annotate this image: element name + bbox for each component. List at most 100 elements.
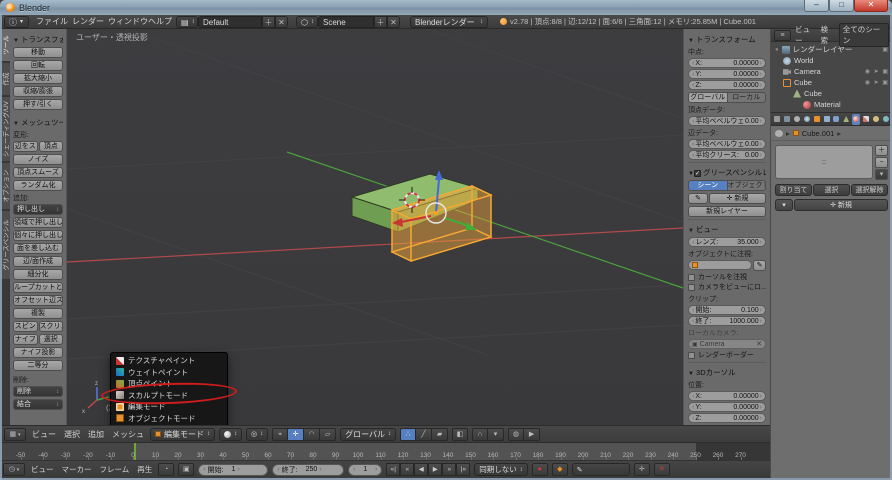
outliner-item-material[interactable]: Material: [775, 99, 892, 110]
opengl-animation-button[interactable]: ▶: [524, 428, 540, 441]
lock-frame-button[interactable]: ▣: [178, 463, 194, 476]
lock-camera-checkbox[interactable]: カメラをビューにロ...: [688, 282, 766, 292]
menu-view[interactable]: ビュー: [795, 24, 816, 46]
3d-viewport[interactable]: zyx ユーザー・透視投影 (1) テクスチャペイント ウェイトペイント 頂点ペ…: [67, 29, 683, 425]
add-layout-button[interactable]: ＋: [262, 16, 275, 28]
clip-start-field[interactable]: 開始:0.100: [688, 305, 766, 315]
translate-button[interactable]: 移動: [13, 47, 63, 58]
play-button[interactable]: ▶: [428, 463, 442, 476]
tab-constraints[interactable]: [822, 114, 831, 125]
subdivide-button[interactable]: 細分化: [13, 269, 63, 280]
tab-material[interactable]: [852, 114, 861, 125]
manipulator-axes-icon[interactable]: ⌖: [272, 428, 288, 441]
menu-playback[interactable]: 再生: [135, 464, 154, 475]
panel-transform-header[interactable]: ▼ トランスフォーム: [13, 34, 63, 45]
extrude-individual-button[interactable]: 個々に押し出し: [13, 230, 63, 241]
close-button[interactable]: ✕: [854, 0, 888, 12]
menu-item-texture-paint[interactable]: テクスチャペイント: [112, 355, 226, 367]
new-material-button[interactable]: ✛ 新規: [794, 199, 888, 211]
menu-view[interactable]: ビュー: [29, 464, 56, 475]
shrink-fatten-button[interactable]: 収縮/膨張: [13, 86, 63, 97]
3d-cursor-header[interactable]: ▼ 3Dカーソル: [688, 367, 766, 378]
extrude-menu[interactable]: 押し出し↕: [13, 204, 63, 215]
previous-keyframe-button[interactable]: «: [400, 463, 414, 476]
breadcrumb-object-name[interactable]: Cube.001: [802, 129, 835, 138]
outliner-item-cube-mesh[interactable]: Cube: [775, 88, 892, 99]
cursor-y-field[interactable]: Y:0.00000: [688, 402, 766, 412]
tab-render-layers[interactable]: [783, 114, 792, 125]
titlebar[interactable]: Blender – □ ✕: [0, 0, 892, 15]
editor-type-button[interactable]: ≡: [774, 30, 791, 41]
editor-type-button[interactable]: ◷ ▾: [3, 463, 25, 476]
bisect-button[interactable]: 二等分: [13, 360, 63, 371]
vertex-slide-button[interactable]: 頂点: [39, 141, 64, 152]
render-border-checkbox[interactable]: レンダーボーダー: [688, 350, 766, 360]
lock-object-field[interactable]: [688, 260, 752, 270]
render-engine-select[interactable]: Blenderレンダー↕: [410, 16, 488, 28]
grease-pencil-header[interactable]: ▼✓ グリースペンシルレイ...: [688, 167, 766, 178]
cursor-z-field[interactable]: Z:0.00000: [688, 413, 766, 423]
median-z-field[interactable]: Z:0.00000: [688, 80, 766, 90]
screen-layout-icon-button[interactable]: ▤↕: [176, 16, 198, 28]
extrude-region-button[interactable]: 領域で押し出し: [13, 217, 63, 228]
menu-item-object-mode[interactable]: オブジェクトモード: [112, 413, 226, 425]
outliner-item-world[interactable]: World: [775, 55, 892, 66]
auto-keyframe-button[interactable]: ●: [532, 463, 548, 476]
randomize-button[interactable]: ランダム化: [13, 180, 63, 191]
menu-marker[interactable]: マーカー: [60, 464, 94, 475]
translate-manipulator-button[interactable]: ✛: [288, 428, 304, 441]
next-keyframe-button[interactable]: »: [442, 463, 456, 476]
delete-menu[interactable]: 削除↕: [13, 386, 63, 397]
opengl-render-button[interactable]: ◍: [508, 428, 524, 441]
inset-faces-button[interactable]: 面を差し込む: [13, 243, 63, 254]
snap-element-button[interactable]: ▾: [488, 428, 504, 441]
tab-world[interactable]: [802, 114, 811, 125]
outliner-item-cube[interactable]: Cube◉ ➤ ▣: [775, 77, 892, 88]
tab-render[interactable]: [773, 114, 782, 125]
gp-datablock-menu[interactable]: ✎: [688, 193, 708, 204]
spin-button[interactable]: スピン: [13, 321, 38, 332]
lens-field[interactable]: レンズ:35.000: [688, 237, 766, 247]
assign-button[interactable]: 割り当て: [775, 184, 812, 196]
delete-layout-button[interactable]: ✕: [275, 16, 288, 28]
duplicate-button[interactable]: 複製: [13, 308, 63, 319]
menu-search[interactable]: 検索: [821, 24, 835, 46]
merge-menu[interactable]: 結合↕: [13, 399, 63, 410]
deselect-button[interactable]: 選択解除: [851, 184, 888, 196]
scene-name[interactable]: Scene: [318, 16, 374, 28]
median-x-field[interactable]: X:0.00000: [688, 58, 766, 68]
sync-mode-select[interactable]: 同期しない↕: [474, 463, 528, 476]
rotate-button[interactable]: 回転: [13, 60, 63, 71]
gp-scene-tab[interactable]: シーン: [688, 180, 728, 191]
menu-window[interactable]: ウィンドウ: [106, 16, 150, 28]
screw-button[interactable]: スクリュ: [39, 321, 64, 332]
scale-manipulator-button[interactable]: ▱: [320, 428, 336, 441]
add-slot-button[interactable]: ＋: [875, 145, 888, 156]
insert-keyframe-button[interactable]: ✛: [634, 463, 650, 476]
face-select-button[interactable]: ▰: [432, 428, 448, 441]
push-pull-button[interactable]: 押す/引く: [13, 99, 63, 110]
eyedropper-button[interactable]: ✎: [753, 260, 766, 271]
smooth-vertex-button[interactable]: 頂点スムーズ: [13, 167, 63, 178]
vertex-bevel-weight-field[interactable]: 平均ベベルウェ:0.00: [688, 116, 766, 126]
clip-end-field[interactable]: 終了:1000.000: [688, 316, 766, 326]
menu-mesh[interactable]: メッシュ: [110, 429, 146, 440]
edge-select-button[interactable]: ╱: [416, 428, 432, 441]
viewport-shading-button[interactable]: ↕: [219, 428, 242, 441]
rotate-manipulator-button[interactable]: ◠: [304, 428, 320, 441]
mode-select-button[interactable]: 編集モード↕: [150, 428, 215, 441]
delete-scene-button[interactable]: ✕: [387, 16, 400, 28]
minimize-button[interactable]: –: [804, 0, 829, 12]
local-toggle[interactable]: ローカル: [728, 92, 767, 103]
loop-cut-button[interactable]: ループカットと...: [13, 282, 63, 293]
jump-to-end-button[interactable]: |»: [456, 463, 470, 476]
edge-bevel-weight-field[interactable]: 平均ベベルウェ:0.00: [688, 139, 766, 149]
gp-new-button[interactable]: ✛ 新規: [709, 193, 766, 204]
menu-render[interactable]: レンダー: [70, 16, 106, 28]
start-frame-field[interactable]: 開始:1: [198, 464, 268, 476]
menu-file[interactable]: ファイル: [34, 16, 70, 28]
tab-physics[interactable]: [881, 114, 890, 125]
pivot-point-button[interactable]: ◎↕: [246, 428, 268, 441]
knife-project-button[interactable]: ナイフ投影: [13, 347, 63, 358]
select-button[interactable]: 選択: [813, 184, 850, 196]
